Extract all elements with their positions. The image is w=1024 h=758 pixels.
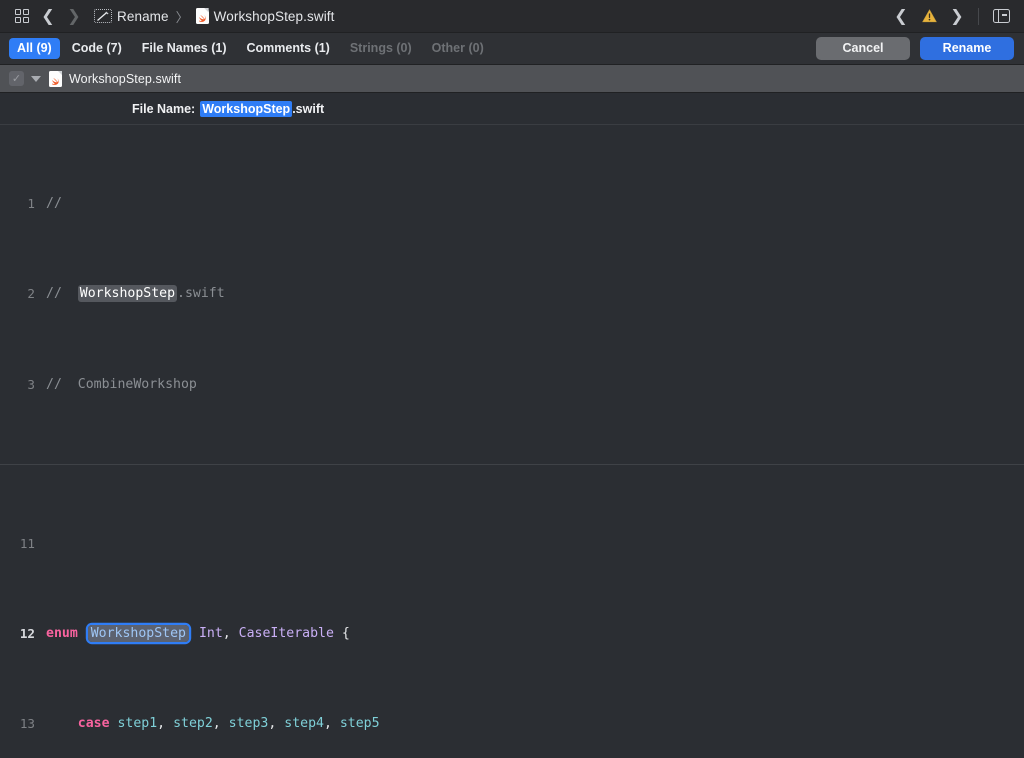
filter-tab-strings[interactable]: Strings (0) [342, 38, 420, 59]
filter-tab-code[interactable]: Code (7) [64, 38, 130, 59]
breadcrumb-separator: 〉 [175, 10, 189, 26]
line-source: enum WorkshopStep Int, CaseIterable { [46, 625, 350, 643]
previous-issue-button[interactable]: ❮ [888, 4, 914, 28]
file-name-extension: .swift [292, 101, 325, 116]
code-line[interactable]: 13 case step1, step2, step3, step4, step… [0, 713, 1024, 736]
line-number: 3 [27, 376, 35, 392]
file-name-edit-row: File Name: WorkshopStep .swift [0, 93, 1024, 125]
line-source: // WorkshopStep .swift [46, 285, 225, 303]
grid-icon [15, 9, 29, 23]
breadcrumb-item-file[interactable]: WorkshopStep.swift [195, 8, 335, 24]
chevron-right-icon: ❯ [950, 6, 964, 25]
match-token-selected[interactable]: WorkshopStep [87, 625, 189, 643]
file-name-token-highlight[interactable]: WorkshopStep [200, 100, 293, 117]
breadcrumb-file-label: WorkshopStep.swift [213, 8, 335, 24]
match-token[interactable]: WorkshopStep [77, 285, 178, 303]
breadcrumb-item-rename[interactable]: Rename [94, 9, 169, 24]
filter-tab-other[interactable]: Other (0) [424, 38, 492, 59]
line-source [46, 533, 1024, 556]
line-number: 12 [19, 626, 35, 642]
warning-triangle-icon [921, 9, 937, 23]
chevron-left-icon: ❮ [41, 6, 55, 25]
swift-file-icon [195, 8, 209, 24]
top-toolbar: ❮ ❯ Rename 〉 WorkshopStep.swift ❮ ❯ [0, 0, 1024, 33]
action-buttons: Cancel Rename [816, 37, 1014, 60]
line-number: 1 [27, 195, 35, 211]
breadcrumb: Rename 〉 WorkshopStep.swift [94, 7, 335, 26]
breadcrumb-rename-label: Rename [117, 8, 169, 24]
filter-tab-all[interactable]: All (9) [9, 38, 60, 59]
line-number: 13 [19, 716, 35, 732]
disclosure-triangle-icon[interactable] [31, 75, 41, 82]
file-name-label: WorkshopStep.swift [69, 71, 182, 86]
code-line[interactable]: 3 // CombineWorkshop [0, 374, 1024, 397]
chevron-right-icon: ❯ [67, 6, 81, 25]
file-name-label-prefix: File Name: [132, 101, 196, 116]
code-line[interactable]: 2 // WorkshopStep .swift [0, 283, 1024, 306]
filter-tab-group: All (9) Code (7) File Names (1) Comments… [9, 38, 492, 59]
line-number: 2 [27, 286, 35, 302]
issue-warning-button[interactable] [916, 4, 942, 28]
back-button[interactable]: ❮ [35, 4, 61, 28]
toolbar-divider [978, 7, 979, 25]
swift-bird-glyph [52, 77, 59, 85]
file-checkbox[interactable]: ✓ [9, 71, 24, 86]
toolbar-right-controls: ❮ ❯ [888, 4, 1014, 28]
navigator-grid-button[interactable] [9, 4, 35, 28]
code-line[interactable]: 12 enum WorkshopStep Int, CaseIterable { [0, 623, 1024, 646]
code-line[interactable]: 1 // [0, 193, 1024, 216]
code-results-workshopstep: 1 // 2 // WorkshopStep .swift 3 // Combin… [0, 125, 1024, 758]
file-header-workshopstep[interactable]: ✓ WorkshopStep.swift [0, 65, 1024, 93]
swift-file-icon [49, 70, 62, 87]
line-source: // CombineWorkshop [46, 376, 197, 392]
rename-pencil-icon [94, 9, 112, 23]
inspector-toggle-button[interactable] [988, 4, 1014, 28]
chevron-left-icon: ❮ [894, 6, 908, 25]
file-name-value[interactable]: WorkshopStep .swift [200, 100, 325, 117]
line-number: 11 [19, 535, 35, 551]
toolbar-left-controls: ❮ ❯ Rename 〉 WorkshopStep.swift [9, 4, 335, 28]
filter-tab-file-names[interactable]: File Names (1) [134, 38, 235, 59]
cancel-button[interactable]: Cancel [816, 37, 910, 60]
group-separator [0, 463, 1024, 465]
right-panel-toggle-icon [992, 8, 1010, 24]
swift-bird-glyph [198, 14, 206, 22]
filter-tab-comments[interactable]: Comments (1) [239, 38, 338, 59]
filter-bar: All (9) Code (7) File Names (1) Comments… [0, 33, 1024, 65]
rename-button[interactable]: Rename [920, 37, 1014, 60]
next-issue-button[interactable]: ❯ [944, 4, 970, 28]
line-source: // [46, 195, 62, 211]
forward-button[interactable]: ❯ [61, 4, 87, 28]
code-line[interactable]: 11 [0, 533, 1024, 556]
pencil-glyph [97, 11, 109, 21]
line-source: case step1, step2, step3, step4, step5 [77, 716, 380, 732]
